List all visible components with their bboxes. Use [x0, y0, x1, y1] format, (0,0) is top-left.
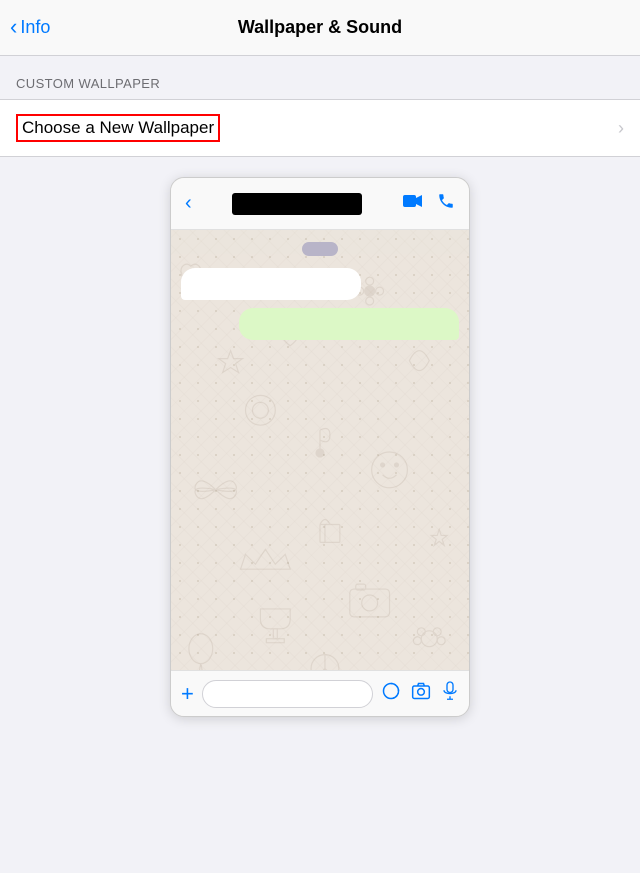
- chat-contact-name-redacted: [232, 193, 362, 215]
- messages-area: [171, 230, 469, 352]
- section-header: CUSTOM WALLPAPER: [0, 56, 640, 99]
- choose-wallpaper-label: Choose a New Wallpaper: [16, 114, 220, 142]
- chat-back-icon: ‹: [185, 192, 192, 215]
- message-input-field[interactable]: [202, 680, 373, 708]
- video-call-icon: [403, 193, 423, 214]
- add-attachment-icon: +: [181, 681, 194, 707]
- back-button[interactable]: ‹ Info: [10, 17, 50, 38]
- navigation-bar: ‹ Info Wallpaper & Sound: [0, 0, 640, 56]
- footer-action-icons: [381, 681, 459, 706]
- sent-message-bubble: [239, 308, 459, 340]
- chevron-left-icon: ‹: [10, 16, 17, 38]
- page-title: Wallpaper & Sound: [238, 17, 402, 38]
- chevron-right-icon: ›: [618, 118, 624, 139]
- camera-icon: [411, 681, 431, 706]
- sticker-icon: [381, 681, 401, 706]
- wallpaper-list-section: Choose a New Wallpaper ›: [0, 99, 640, 157]
- chat-header: ‹: [171, 178, 469, 230]
- chat-action-icons: [403, 192, 455, 215]
- chat-wallpaper-background: [171, 230, 469, 670]
- date-chip: [302, 242, 338, 256]
- phone-preview: ‹: [170, 177, 470, 717]
- phone-call-icon: [437, 192, 455, 215]
- wallpaper-preview-area: ‹: [0, 157, 640, 737]
- microphone-icon: [441, 681, 459, 706]
- choose-wallpaper-row[interactable]: Choose a New Wallpaper ›: [0, 100, 640, 156]
- back-label: Info: [20, 17, 50, 38]
- received-message-bubble: [181, 268, 361, 300]
- chat-footer: +: [171, 670, 469, 716]
